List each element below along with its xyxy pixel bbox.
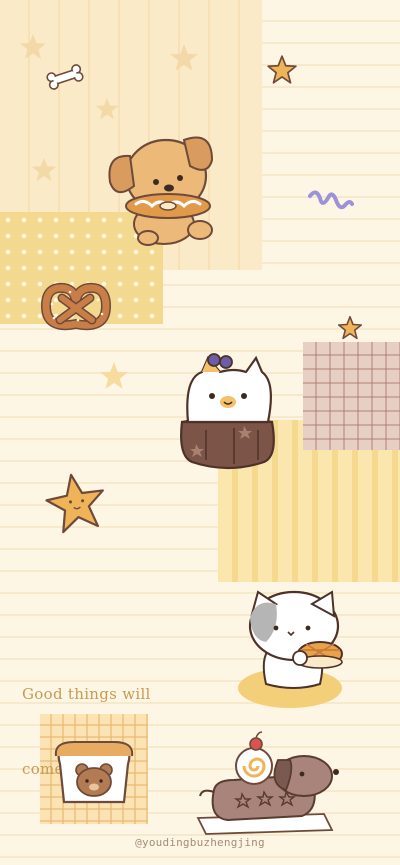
bone-icon xyxy=(46,64,84,90)
cat-in-cake xyxy=(180,353,275,470)
cat-eating-pancake xyxy=(238,590,343,708)
star-icon-small xyxy=(337,315,363,340)
dachshund-with-roll-cake xyxy=(196,731,339,835)
quote-line-1: Good things will xyxy=(22,685,151,703)
puppy-with-donut xyxy=(108,136,214,246)
pretzel xyxy=(41,282,111,331)
faint-star-5 xyxy=(100,362,128,389)
bear-toast xyxy=(54,741,134,804)
faint-star-2 xyxy=(170,44,198,71)
plaid-patch xyxy=(303,342,400,450)
faint-star-4 xyxy=(31,157,57,182)
ribbon-icon xyxy=(308,190,354,210)
faint-star-3 xyxy=(95,97,119,120)
star-face-icon xyxy=(45,473,104,534)
star-icon-top-right xyxy=(267,55,297,84)
faint-star-1 xyxy=(20,34,46,59)
credit-watermark: @youdingbuzhengjing xyxy=(135,836,265,849)
